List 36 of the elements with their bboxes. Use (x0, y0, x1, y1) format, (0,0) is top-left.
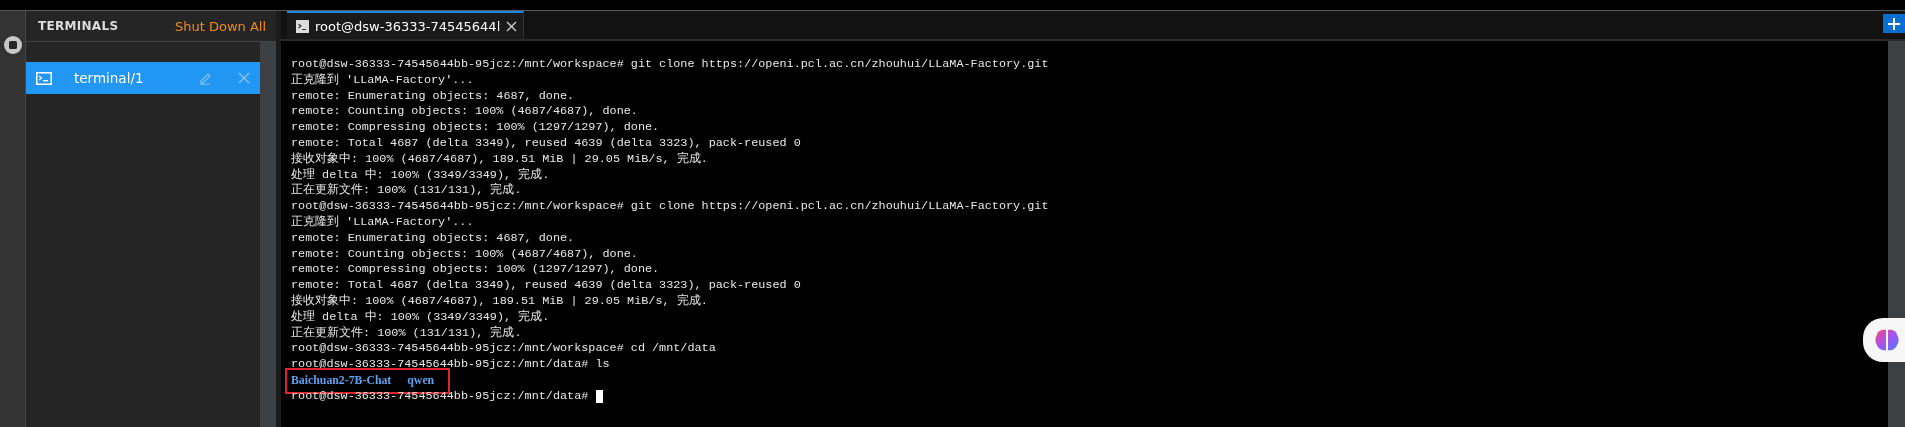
terminal-line: remote: Compressing objects: 100% (1297/1297), done. (291, 262, 660, 279)
terminal-line: remote: Enumerating objects: 4687, done. (291, 88, 575, 105)
terminal-line: 接收对象中: 100% (4687/4687), 189.51 MiB | 29.05 MiB/s, 完成. (291, 151, 708, 168)
terminal-name: terminal/1 (73, 70, 145, 86)
panel-title: TERMINALS (38, 19, 119, 33)
terminal-icon (36, 71, 52, 85)
scrollbar[interactable] (260, 42, 276, 427)
plus-icon (1888, 17, 1900, 30)
directory-name: qwen (407, 372, 435, 389)
terminal-line: root@dsw-36333-74545644bb-95jcz:/mnt/workspace# git clone https://openi.pcl.ac.cn/zhouhui/LLaMA-Factory.git (291, 199, 1049, 215)
terminal-line: root@dsw-36333-74545644bb-95jcz:/mnt/workspace# cd /mnt/data (291, 341, 716, 358)
terminal-line: root@dsw-36333-74545644bb-95jcz:/mnt/workspace# git clone https://openi.pcl.ac.cn/zhouhui/LLaMA-Factory.git (291, 57, 1049, 73)
brain-icon (1875, 329, 1899, 351)
terminal-line: 正克隆到 'LLaMA-Factory'... (291, 214, 474, 231)
terminal-line: 处理 delta 中: 100% (3349/3349), 完成. (291, 309, 550, 326)
terminal-icon (296, 19, 309, 33)
terminal-line: remote: Counting objects: 100% (4687/4687), done. (291, 246, 638, 263)
stop-icon[interactable] (2, 35, 23, 55)
terminal-line: remote: Total 4687 (delta 3349), reused 4639 (delta 3323), pack-reused 0 (291, 278, 801, 294)
terminal-line: remote: Enumerating objects: 4687, done. (291, 230, 575, 247)
shut-down-link[interactable]: Shut Down All (174, 18, 266, 34)
terminal-line: 正在更新文件: 100% (131/131), 完成. (291, 325, 522, 342)
close-icon[interactable] (506, 20, 518, 32)
terminal-line: remote: Total 4687 (delta 3349), reused 4639 (delta 3323), pack-reused 0 (291, 136, 801, 152)
terminal-line: root@dsw-36333-74545644bb-95jcz:/mnt/data# ls (291, 357, 610, 373)
terminal-line: remote: Counting objects: 100% (4687/4687), done. (291, 104, 638, 121)
terminal-line: 接收对象中: 100% (4687/4687), 189.51 MiB | 29.05 MiB/s, 完成. (291, 293, 708, 310)
terminal-line: 正在更新文件: 100% (131/131), 完成. (291, 183, 522, 200)
terminal-tab[interactable]: root@dsw-36333-74545644l (287, 11, 525, 39)
terminal-line: root@dsw-36333-74545644bb-95jcz:/mnt/data# (291, 388, 589, 405)
terminal-line: remote: Compressing objects: 100% (1297/1297), done. (291, 120, 660, 136)
terminal-line: 处理 delta 中: 100% (3349/3349), 完成. (291, 167, 550, 183)
add-button[interactable] (1883, 14, 1905, 33)
directory-name: Baichuan2-7B-Chat (291, 372, 392, 389)
terminal-line: 正克隆到 'LLaMA-Factory'... (291, 72, 474, 89)
assistant-button[interactable] (1863, 318, 1905, 362)
